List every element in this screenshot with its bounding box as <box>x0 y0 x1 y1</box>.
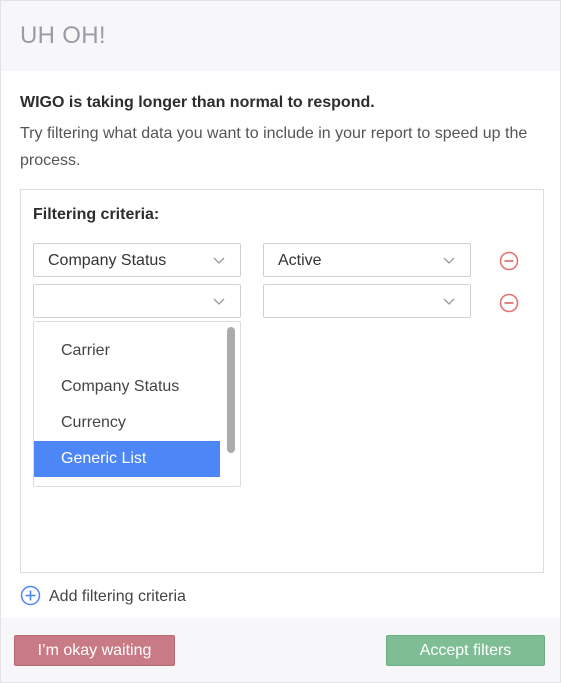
remove-criteria-button-1[interactable] <box>499 251 519 271</box>
remove-criteria-button-2[interactable] <box>499 293 519 313</box>
criteria-value-select-2[interactable] <box>263 284 471 318</box>
dialog-title: UH OH! <box>20 22 106 49</box>
dropdown-option-currency[interactable]: Currency <box>34 405 220 441</box>
dialog-header: UH OH! <box>1 1 560 71</box>
dropdown-option-company-status[interactable]: Company Status <box>34 369 220 405</box>
accept-filters-button[interactable]: Accept filters <box>386 635 545 666</box>
minus-circle-icon <box>499 293 519 313</box>
field-dropdown-list[interactable]: Carrier Company Status Currency Generic … <box>33 321 241 487</box>
criteria-title: Filtering criteria: <box>33 206 160 223</box>
warning-message: WIGO is taking longer than normal to res… <box>20 94 375 111</box>
add-criteria-label: Add filtering criteria <box>49 588 186 605</box>
dropdown-option-generic-list[interactable]: Generic List <box>34 441 220 477</box>
plus-circle-icon <box>20 585 41 606</box>
chevron-down-icon <box>212 253 226 267</box>
criteria-field-select-2[interactable] <box>33 284 241 318</box>
criteria-value-select-1[interactable]: Active <box>263 243 471 277</box>
dropdown-option-carrier[interactable]: Carrier <box>34 333 220 369</box>
okay-waiting-button[interactable]: I’m okay waiting <box>14 635 175 666</box>
select-value: Active <box>278 252 322 269</box>
chevron-down-icon <box>442 294 456 308</box>
filtering-criteria-panel: Filtering criteria: Company Status Activ… <box>20 189 544 573</box>
select-value: Company Status <box>48 252 167 269</box>
chevron-down-icon <box>442 253 456 267</box>
chevron-down-icon <box>212 294 226 308</box>
criteria-field-select-1[interactable]: Company Status <box>33 243 241 277</box>
instruction-text: Try filtering what data you want to incl… <box>20 125 528 169</box>
dropdown-scrollbar[interactable] <box>227 327 235 453</box>
dialog-footer: I’m okay waiting Accept filters <box>1 618 560 682</box>
minus-circle-icon <box>499 251 519 271</box>
filter-dialog: UH OH! WIGO is taking longer than normal… <box>0 0 561 683</box>
